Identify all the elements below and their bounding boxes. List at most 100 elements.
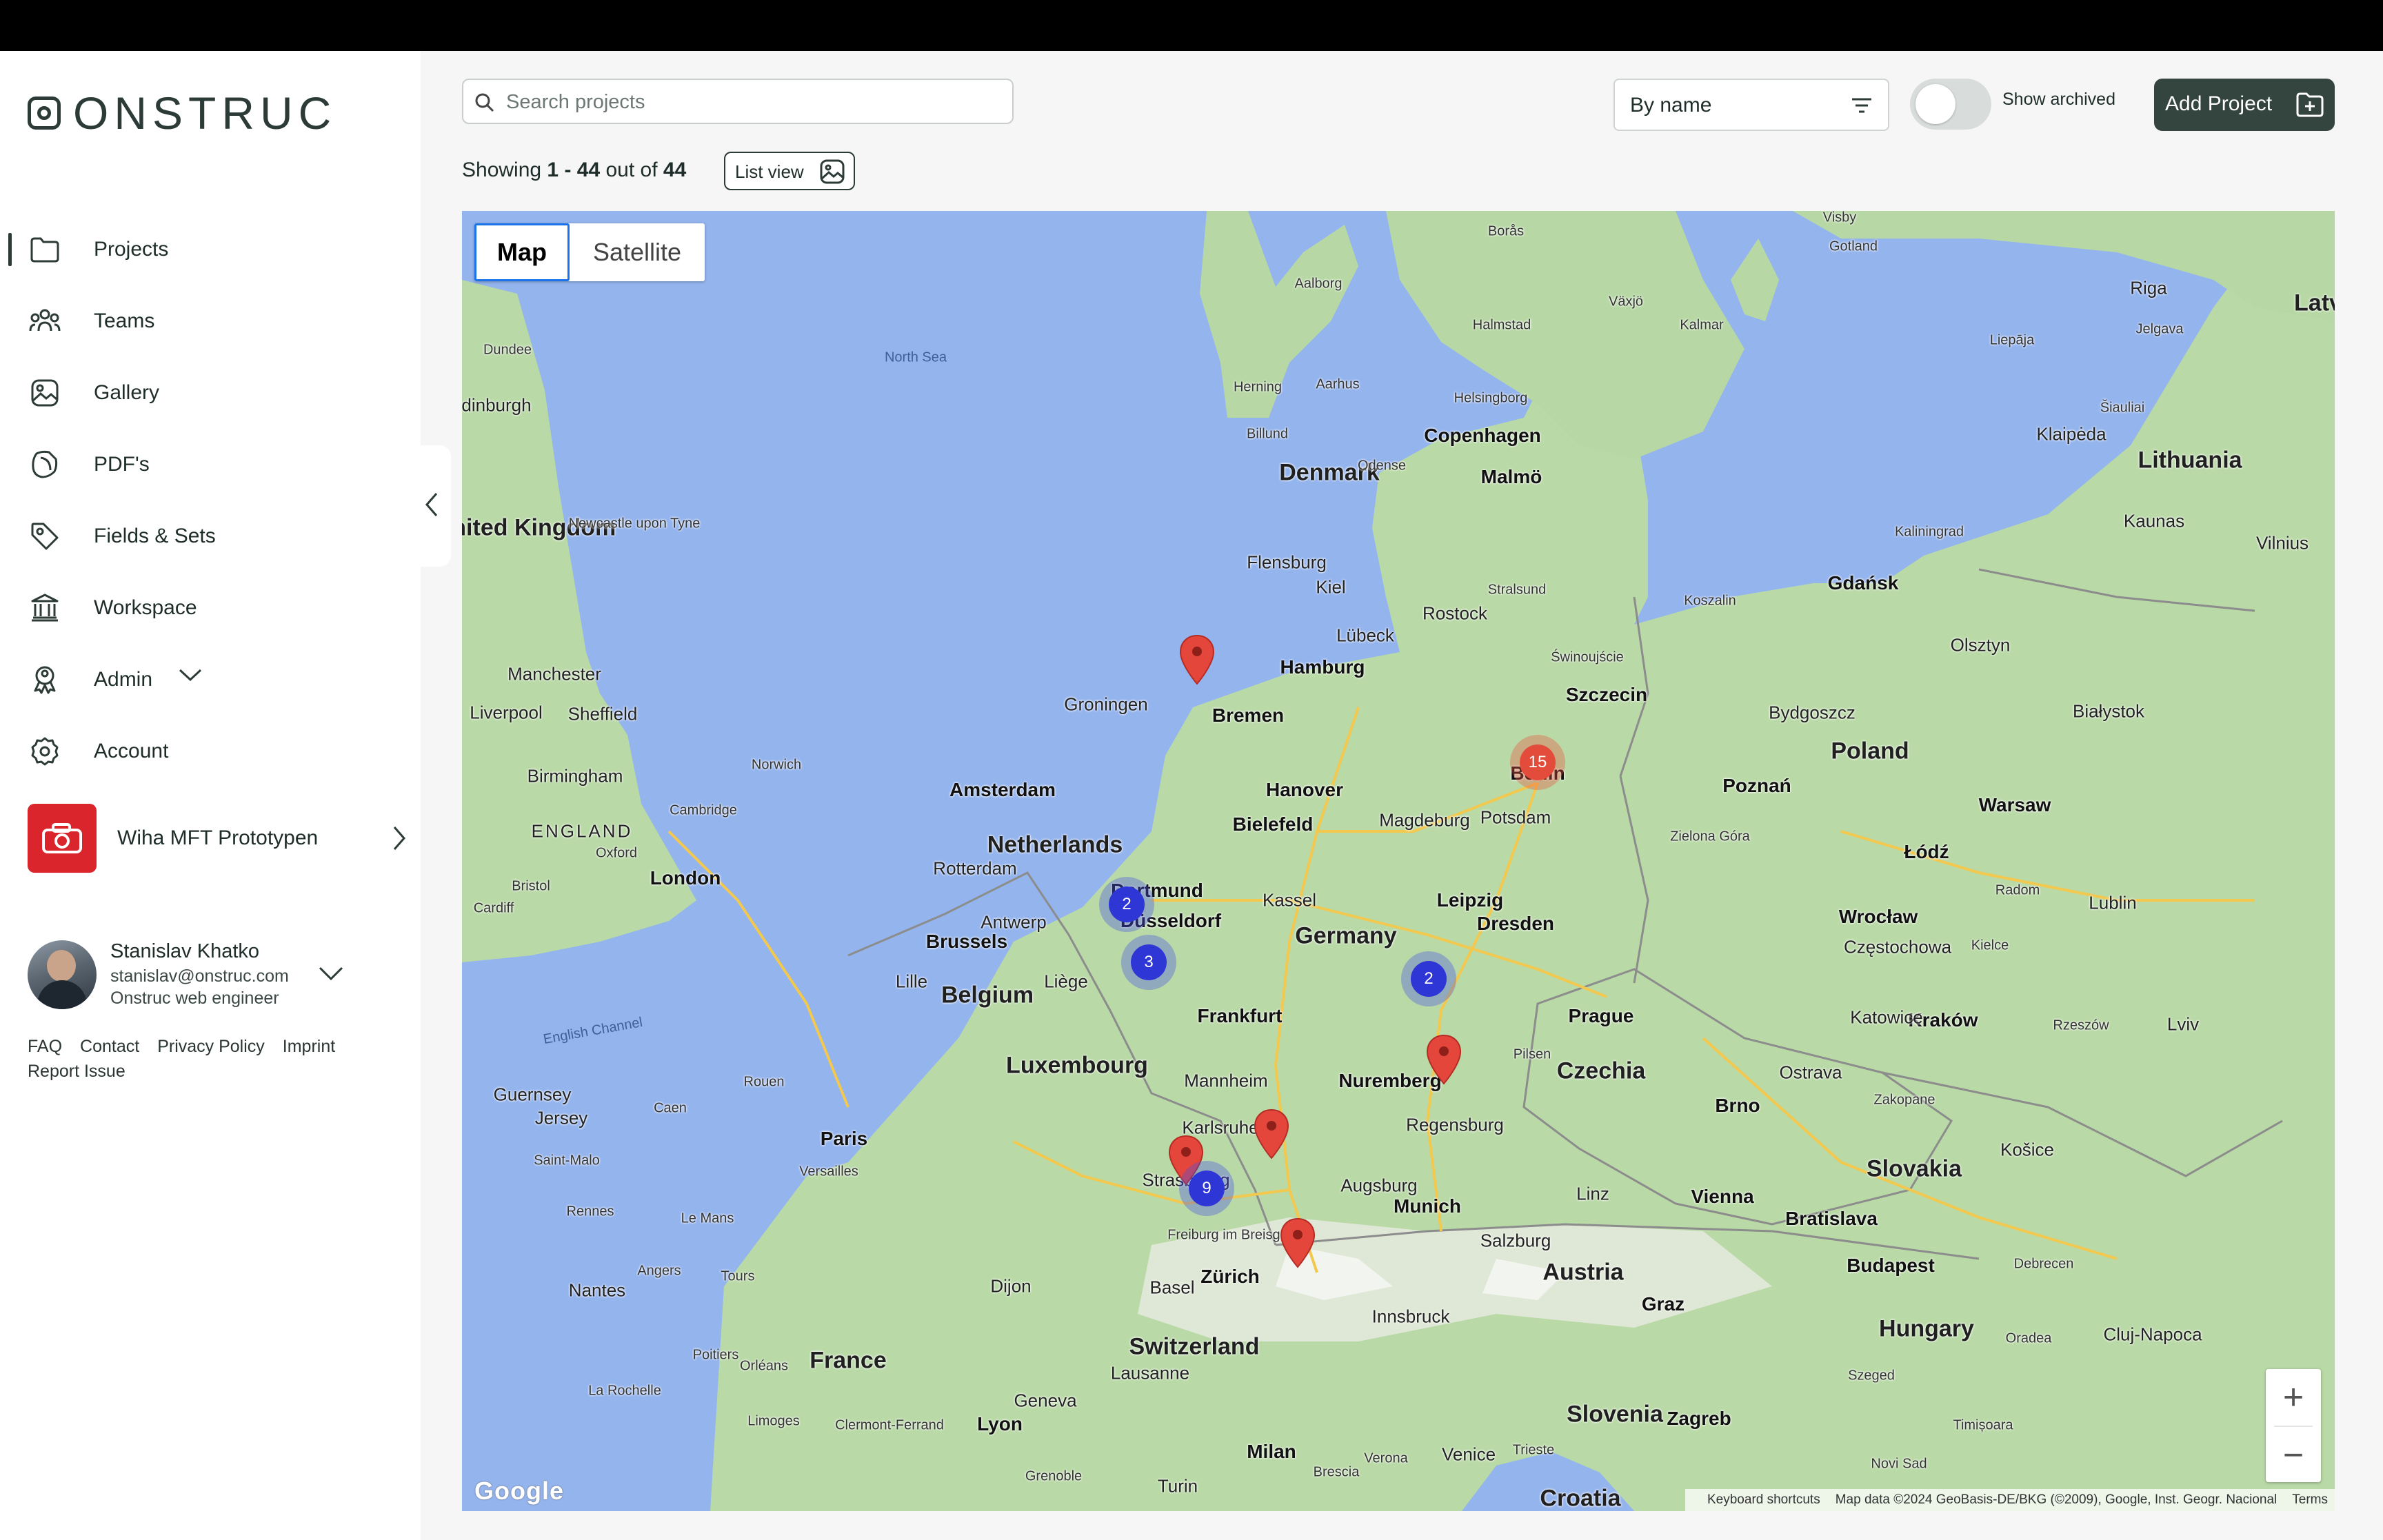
map-label-city: Herning <box>1233 379 1283 395</box>
map-label-region: ENGLAND <box>531 820 633 842</box>
org-name: Wiha MFT Prototypen <box>117 827 319 849</box>
org-switcher[interactable]: Wiha MFT Prototypen <box>28 804 414 873</box>
results-prefix: Showing <box>462 159 542 181</box>
map-label-country: Germany <box>1295 922 1397 949</box>
map-label-city: Świnoujście <box>1551 649 1624 665</box>
map-label-city: Zakopane <box>1873 1092 1935 1108</box>
map-label-city: Lublin <box>2089 892 2137 913</box>
map-label-city: Lyon <box>977 1413 1023 1435</box>
app-window: ONSTRUC Projects Teams Gallery PDF's Fie… <box>0 51 2383 1540</box>
map-label-city: Malmö <box>1480 466 1542 487</box>
map-label-city: Debrecen <box>2013 1256 2074 1272</box>
map-label-sea: North Sea <box>884 349 947 365</box>
map-label-city: Pilsen <box>1513 1046 1551 1062</box>
chevron-down-icon[interactable] <box>178 667 203 686</box>
map-label-country: Switzerland <box>1129 1333 1260 1360</box>
map-label-city: Lausanne <box>1110 1362 1190 1384</box>
map-label-city: London <box>650 867 721 889</box>
nav-item-projects[interactable]: Projects <box>0 214 421 285</box>
project-marker[interactable] <box>1426 1034 1462 1085</box>
imprint-link[interactable]: Imprint <box>283 1037 335 1056</box>
keyboard-shortcuts-link[interactable]: Keyboard shortcuts <box>1707 1492 1820 1508</box>
show-archived-toggle[interactable] <box>1910 79 1991 130</box>
project-marker[interactable] <box>1280 1217 1316 1268</box>
map-label-city: Nantes <box>568 1279 626 1301</box>
map-label-city: Aarhus <box>1316 376 1360 392</box>
list-view-button[interactable]: List view <box>724 152 855 190</box>
org-logo <box>28 804 97 873</box>
project-marker[interactable] <box>1254 1108 1289 1159</box>
map-label-city: Newcastle upon Tyne <box>568 516 701 531</box>
map-label-city: Vilnius <box>2255 532 2309 554</box>
map-label-city: Copenhagen <box>1424 425 1541 446</box>
nav-item-fields-sets[interactable]: Fields & Sets <box>0 500 421 572</box>
sidebar-collapse-button[interactable] <box>412 445 451 567</box>
map-label-city: Geneva <box>1014 1390 1077 1411</box>
brand-logo[interactable]: ONSTRUC <box>28 85 336 141</box>
zoom-out-button[interactable]: − <box>2266 1427 2321 1483</box>
map-label-city: Stralsund <box>1487 582 1547 598</box>
map-label-city: Šiauliai <box>2100 400 2145 416</box>
map-label-city: Grenoble <box>1025 1468 1083 1484</box>
sort-select[interactable]: By name <box>1613 79 1889 131</box>
results-total: 44 <box>663 159 687 181</box>
map-label-city: Jersey <box>534 1107 588 1128</box>
map-label-city: Bristol <box>512 878 550 894</box>
nav-item-workspace[interactable]: Workspace <box>0 572 421 644</box>
search-box[interactable] <box>462 79 1014 124</box>
nav-item-pdfs[interactable]: PDF's <box>0 429 421 500</box>
map-label-country: Hungary <box>1879 1315 1974 1342</box>
avatar <box>28 940 97 1009</box>
map-label-city: La Rochelle <box>588 1383 661 1399</box>
search-input[interactable] <box>505 85 1004 119</box>
map-label-city: Wrocław <box>1838 906 1918 927</box>
map-label-city: Bremen <box>1211 705 1285 726</box>
map-label-city: Zielona Góra <box>1670 829 1750 844</box>
zoom-in-button[interactable]: + <box>2266 1369 2321 1426</box>
results-middle: out of <box>605 159 658 181</box>
nav-item-admin[interactable]: Admin <box>0 644 421 716</box>
map-label-city: Olsztyn <box>1950 634 2011 656</box>
map-label-city: Helsingborg <box>1454 390 1528 406</box>
filter-icon <box>1852 98 1871 113</box>
map-label-city: Zagreb <box>1667 1408 1731 1429</box>
contact-link[interactable]: Contact <box>80 1037 139 1056</box>
nav-item-account[interactable]: Account <box>0 716 421 787</box>
map-label-city: Novi Sad <box>1871 1456 1927 1472</box>
map-label-city: Białystok <box>2072 700 2145 722</box>
map-type-map-button[interactable]: Map <box>474 223 570 281</box>
add-project-button[interactable]: Add Project <box>2154 79 2335 131</box>
map-label-city: Potsdam <box>1480 807 1551 828</box>
map-label-city: Rzeszów <box>2053 1017 2109 1033</box>
nav-item-teams[interactable]: Teams <box>0 285 421 357</box>
map-label-country: Slovenia <box>1567 1401 1663 1428</box>
map-attribution: Keyboard shortcuts Map data ©2024 GeoBas… <box>1685 1489 2335 1511</box>
project-map[interactable]: North Sea English Channel Denmark Nether… <box>462 211 2335 1511</box>
nav-label-gallery: Gallery <box>94 381 160 404</box>
map-label-city: Kaliningrad <box>1894 524 1964 540</box>
map-label-city: Odense <box>1357 458 1407 474</box>
report-issue-link[interactable]: Report Issue <box>28 1062 125 1081</box>
nav-label-teams: Teams <box>94 310 155 332</box>
folder-icon <box>28 232 62 267</box>
map-label-country: Latv <box>2294 290 2335 316</box>
map-label-city: Gdańsk <box>1827 572 1899 594</box>
chevron-down-icon[interactable] <box>317 965 345 985</box>
privacy-policy-link[interactable]: Privacy Policy <box>157 1037 265 1056</box>
map-label-city: Groningen <box>1064 693 1148 715</box>
map-label-city: Hamburg <box>1280 656 1365 678</box>
faq-link[interactable]: FAQ <box>28 1037 62 1056</box>
map-label-city: Basel <box>1149 1277 1195 1298</box>
map-label-city: Billund <box>1246 426 1289 442</box>
project-marker[interactable] <box>1179 634 1215 685</box>
toggle-knob <box>1916 84 1955 124</box>
user-profile[interactable]: Stanislav Khatko stanislav@onstruc.com O… <box>28 940 414 1016</box>
terms-link[interactable]: Terms <box>2292 1492 2328 1508</box>
nav-item-gallery[interactable]: Gallery <box>0 357 421 429</box>
map-type-satellite-button[interactable]: Satellite <box>570 223 705 281</box>
search-icon <box>475 93 494 112</box>
people-icon <box>28 304 62 338</box>
map-label-city: Brussels <box>925 931 1008 952</box>
map-label-city: Sheffield <box>567 703 638 725</box>
map-label-city: Rouen <box>743 1074 785 1090</box>
